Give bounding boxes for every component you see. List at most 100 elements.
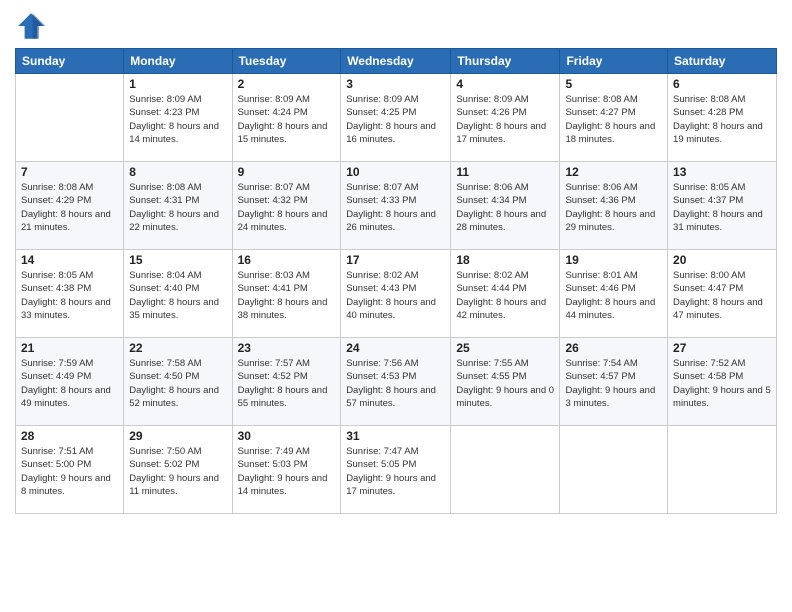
day-number: 26 [565, 341, 662, 355]
day-info: Sunrise: 8:09 AMSunset: 4:24 PMDaylight:… [238, 93, 336, 146]
weekday-header: Wednesday [341, 49, 451, 74]
calendar-cell: 12 Sunrise: 8:06 AMSunset: 4:36 PMDayligh… [560, 162, 668, 250]
day-number: 15 [129, 253, 226, 267]
day-number: 22 [129, 341, 226, 355]
calendar-week-row: 28 Sunrise: 7:51 AMSunset: 5:00 PMDayligh… [16, 426, 777, 514]
page: SundayMondayTuesdayWednesdayThursdayFrid… [0, 0, 792, 612]
day-number: 30 [238, 429, 336, 443]
day-info: Sunrise: 8:06 AMSunset: 4:36 PMDaylight:… [565, 181, 662, 234]
day-number: 10 [346, 165, 445, 179]
day-info: Sunrise: 8:08 AMSunset: 4:29 PMDaylight:… [21, 181, 118, 234]
day-info: Sunrise: 7:58 AMSunset: 4:50 PMDaylight:… [129, 357, 226, 410]
calendar-cell: 19 Sunrise: 8:01 AMSunset: 4:46 PMDayligh… [560, 250, 668, 338]
calendar-cell [451, 426, 560, 514]
day-info: Sunrise: 7:47 AMSunset: 5:05 PMDaylight:… [346, 445, 445, 498]
calendar-cell: 24 Sunrise: 7:56 AMSunset: 4:53 PMDayligh… [341, 338, 451, 426]
day-info: Sunrise: 8:02 AMSunset: 4:43 PMDaylight:… [346, 269, 445, 322]
day-number: 19 [565, 253, 662, 267]
day-number: 14 [21, 253, 118, 267]
day-number: 8 [129, 165, 226, 179]
day-info: Sunrise: 8:04 AMSunset: 4:40 PMDaylight:… [129, 269, 226, 322]
day-info: Sunrise: 7:49 AMSunset: 5:03 PMDaylight:… [238, 445, 336, 498]
calendar-cell: 23 Sunrise: 7:57 AMSunset: 4:52 PMDayligh… [232, 338, 341, 426]
calendar-cell: 20 Sunrise: 8:00 AMSunset: 4:47 PMDayligh… [668, 250, 777, 338]
calendar-cell: 22 Sunrise: 7:58 AMSunset: 4:50 PMDayligh… [124, 338, 232, 426]
day-info: Sunrise: 8:06 AMSunset: 4:34 PMDaylight:… [456, 181, 554, 234]
day-number: 5 [565, 77, 662, 91]
header [15, 10, 777, 42]
day-number: 21 [21, 341, 118, 355]
calendar-cell: 10 Sunrise: 8:07 AMSunset: 4:33 PMDayligh… [341, 162, 451, 250]
calendar-cell: 13 Sunrise: 8:05 AMSunset: 4:37 PMDayligh… [668, 162, 777, 250]
calendar-cell: 16Sunrise: 8:03 AMSunset: 4:41 PMDayligh… [232, 250, 341, 338]
calendar-cell: 25Sunrise: 7:55 AMSunset: 4:55 PMDayligh… [451, 338, 560, 426]
calendar-cell: 26Sunrise: 7:54 AMSunset: 4:57 PMDayligh… [560, 338, 668, 426]
day-info: Sunrise: 8:01 AMSunset: 4:46 PMDaylight:… [565, 269, 662, 322]
day-info: Sunrise: 7:59 AMSunset: 4:49 PMDaylight:… [21, 357, 118, 410]
calendar-cell: 15 Sunrise: 8:04 AMSunset: 4:40 PMDayligh… [124, 250, 232, 338]
day-number: 12 [565, 165, 662, 179]
day-number: 16 [238, 253, 336, 267]
calendar-cell [668, 426, 777, 514]
calendar-table: SundayMondayTuesdayWednesdayThursdayFrid… [15, 48, 777, 514]
calendar-cell: 29Sunrise: 7:50 AMSunset: 5:02 PMDayligh… [124, 426, 232, 514]
day-info: Sunrise: 8:08 AMSunset: 4:31 PMDaylight:… [129, 181, 226, 234]
day-number: 6 [673, 77, 771, 91]
day-info: Sunrise: 8:08 AMSunset: 4:28 PMDaylight:… [673, 93, 771, 146]
logo [15, 10, 51, 42]
calendar-cell: 14 Sunrise: 8:05 AMSunset: 4:38 PMDayligh… [16, 250, 124, 338]
day-number: 1 [129, 77, 226, 91]
day-number: 3 [346, 77, 445, 91]
day-number: 17 [346, 253, 445, 267]
calendar-cell: 28 Sunrise: 7:51 AMSunset: 5:00 PMDayligh… [16, 426, 124, 514]
weekday-header: Sunday [16, 49, 124, 74]
day-info: Sunrise: 8:07 AMSunset: 4:32 PMDaylight:… [238, 181, 336, 234]
calendar-cell: 21 Sunrise: 7:59 AMSunset: 4:49 PMDayligh… [16, 338, 124, 426]
day-number: 11 [456, 165, 554, 179]
day-info: Sunrise: 8:09 AMSunset: 4:26 PMDaylight:… [456, 93, 554, 146]
day-number: 31 [346, 429, 445, 443]
weekday-header: Thursday [451, 49, 560, 74]
day-number: 27 [673, 341, 771, 355]
day-number: 2 [238, 77, 336, 91]
calendar-cell: 3 Sunrise: 8:09 AMSunset: 4:25 PMDaylight… [341, 74, 451, 162]
calendar-week-row: 7 Sunrise: 8:08 AMSunset: 4:29 PMDaylight… [16, 162, 777, 250]
day-number: 28 [21, 429, 118, 443]
day-number: 29 [129, 429, 226, 443]
day-number: 23 [238, 341, 336, 355]
calendar-cell: 8 Sunrise: 8:08 AMSunset: 4:31 PMDaylight… [124, 162, 232, 250]
day-number: 13 [673, 165, 771, 179]
calendar-cell [560, 426, 668, 514]
day-info: Sunrise: 8:05 AMSunset: 4:38 PMDaylight:… [21, 269, 118, 322]
day-info: Sunrise: 8:09 AMSunset: 4:23 PMDaylight:… [129, 93, 226, 146]
day-info: Sunrise: 7:52 AMSunset: 4:58 PMDaylight:… [673, 357, 771, 410]
day-info: Sunrise: 7:57 AMSunset: 4:52 PMDaylight:… [238, 357, 336, 410]
calendar-cell: 4 Sunrise: 8:09 AMSunset: 4:26 PMDaylight… [451, 74, 560, 162]
calendar-cell: 31 Sunrise: 7:47 AMSunset: 5:05 PMDayligh… [341, 426, 451, 514]
calendar-cell: 6 Sunrise: 8:08 AMSunset: 4:28 PMDaylight… [668, 74, 777, 162]
calendar-cell: 30 Sunrise: 7:49 AMSunset: 5:03 PMDayligh… [232, 426, 341, 514]
day-number: 4 [456, 77, 554, 91]
weekday-header: Friday [560, 49, 668, 74]
day-info: Sunrise: 8:02 AMSunset: 4:44 PMDaylight:… [456, 269, 554, 322]
calendar-header-row: SundayMondayTuesdayWednesdayThursdayFrid… [16, 49, 777, 74]
day-info: Sunrise: 8:08 AMSunset: 4:27 PMDaylight:… [565, 93, 662, 146]
day-number: 24 [346, 341, 445, 355]
day-number: 25 [456, 341, 554, 355]
day-info: Sunrise: 8:05 AMSunset: 4:37 PMDaylight:… [673, 181, 771, 234]
day-info: Sunrise: 7:51 AMSunset: 5:00 PMDaylight:… [21, 445, 118, 498]
day-number: 20 [673, 253, 771, 267]
day-info: Sunrise: 8:00 AMSunset: 4:47 PMDaylight:… [673, 269, 771, 322]
day-number: 7 [21, 165, 118, 179]
day-info: Sunrise: 8:09 AMSunset: 4:25 PMDaylight:… [346, 93, 445, 146]
calendar-cell: 5 Sunrise: 8:08 AMSunset: 4:27 PMDaylight… [560, 74, 668, 162]
calendar-cell: 27 Sunrise: 7:52 AMSunset: 4:58 PMDayligh… [668, 338, 777, 426]
calendar-cell: 7 Sunrise: 8:08 AMSunset: 4:29 PMDaylight… [16, 162, 124, 250]
calendar-cell: 17 Sunrise: 8:02 AMSunset: 4:43 PMDayligh… [341, 250, 451, 338]
day-info: Sunrise: 7:56 AMSunset: 4:53 PMDaylight:… [346, 357, 445, 410]
day-info: Sunrise: 8:07 AMSunset: 4:33 PMDaylight:… [346, 181, 445, 234]
calendar-week-row: 21 Sunrise: 7:59 AMSunset: 4:49 PMDayligh… [16, 338, 777, 426]
calendar-cell: 11 Sunrise: 8:06 AMSunset: 4:34 PMDayligh… [451, 162, 560, 250]
calendar-week-row: 1 Sunrise: 8:09 AMSunset: 4:23 PMDaylight… [16, 74, 777, 162]
day-number: 9 [238, 165, 336, 179]
